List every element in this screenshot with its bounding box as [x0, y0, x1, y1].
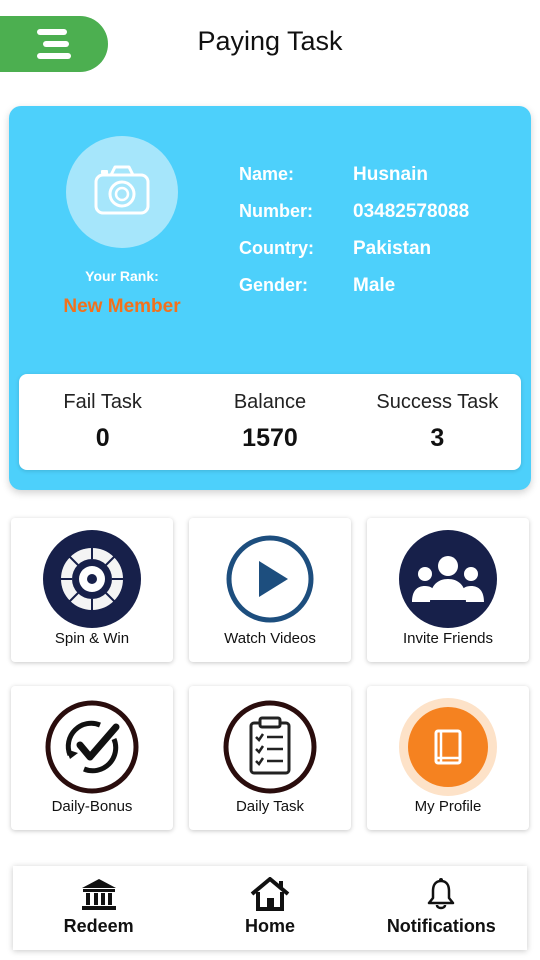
tile-daily-bonus[interactable]: Daily-Bonus	[11, 686, 173, 830]
number-value: 03482578088	[353, 201, 470, 222]
nav-redeem[interactable]: Redeem	[13, 866, 184, 950]
book-icon	[399, 698, 497, 796]
nav-label: Home	[244, 916, 295, 936]
stat-success-task: Success Task 3	[354, 374, 521, 470]
avatar[interactable]	[66, 136, 178, 248]
country-label: Country:	[239, 238, 314, 258]
tile-daily-task[interactable]: Daily Task	[189, 686, 351, 830]
tile-label: Watch Videos	[224, 630, 316, 647]
balance-label: Balance	[233, 391, 307, 413]
bottom-nav: Redeem Home Notifications	[13, 866, 527, 950]
page-title: Paying Task	[197, 26, 343, 56]
stats-panel: Fail Task 0 Balance 1570 Success Task 3	[19, 374, 521, 470]
play-icon	[221, 530, 319, 628]
tile-label: Daily-Bonus	[51, 798, 133, 815]
clipboard-icon	[221, 698, 319, 796]
bank-icon	[13, 876, 184, 912]
balance-value: 1570	[242, 424, 298, 452]
fail-task-value: 0	[95, 424, 110, 452]
nav-label: Notifications	[386, 916, 496, 936]
home-icon	[184, 876, 355, 912]
success-task-value: 3	[430, 424, 445, 452]
gender-value: Male	[353, 275, 396, 296]
country-value: Pakistan	[353, 238, 432, 259]
spin-wheel-icon	[43, 530, 141, 628]
nav-label: Redeem	[63, 916, 134, 936]
tile-label: Spin & Win	[54, 630, 130, 647]
name-value: Husnain	[353, 164, 428, 185]
tile-label: Daily Task	[235, 798, 305, 815]
nav-home[interactable]: Home	[184, 866, 355, 950]
refresh-check-icon	[43, 698, 141, 796]
rank-value: New Member	[63, 296, 181, 317]
tile-my-profile[interactable]: My Profile	[367, 686, 529, 830]
tile-spin-win[interactable]: Spin & Win	[11, 518, 173, 662]
tile-label: My Profile	[414, 798, 482, 815]
bell-icon	[356, 876, 527, 912]
tile-invite-friends[interactable]: Invite Friends	[367, 518, 529, 662]
profile-card: Your Rank: New Member Name: Husnain Numb…	[9, 106, 531, 490]
info-row-country: Country: Pakistan	[239, 238, 431, 266]
fail-task-label: Fail Task	[63, 391, 142, 413]
rank-label: Your Rank:	[85, 268, 159, 284]
info-row-gender: Gender: Male	[239, 275, 395, 303]
nav-notifications[interactable]: Notifications	[356, 866, 527, 950]
info-row-name: Name: Husnain	[239, 164, 428, 192]
stat-balance: Balance 1570	[186, 374, 353, 470]
success-task-label: Success Task	[376, 391, 499, 413]
info-row-number: Number: 03482578088	[239, 201, 469, 229]
group-icon	[399, 530, 497, 628]
tile-watch-videos[interactable]: Watch Videos	[189, 518, 351, 662]
number-label: Number:	[239, 201, 314, 221]
gender-label: Gender:	[239, 275, 309, 295]
name-label: Name:	[239, 164, 295, 184]
camera-icon	[93, 163, 151, 222]
stat-fail-task: Fail Task 0	[19, 374, 186, 470]
tile-label: Invite Friends	[402, 630, 494, 647]
